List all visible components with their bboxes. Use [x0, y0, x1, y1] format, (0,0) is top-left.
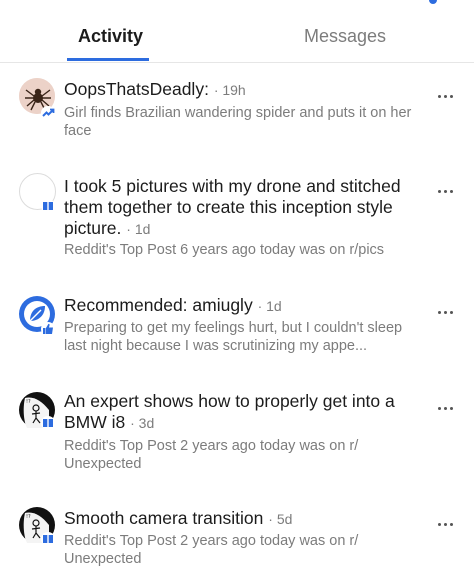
item-title-text: Smooth camera transition — [64, 508, 264, 528]
item-title: I took 5 pictures with my drone and stit… — [64, 176, 416, 240]
item-age: · 19h — [213, 82, 246, 98]
item-subtitle: Reddit's Top Post 6 years ago today was … — [64, 242, 385, 258]
item-title-text: Recommended: amiugly — [64, 295, 253, 315]
tab-messages[interactable]: Messages — [304, 26, 386, 46]
item-age: · 1d — [126, 221, 151, 237]
item-subtitle: Girl finds Brazilian wandering spider an… — [64, 105, 412, 139]
item-title: Smooth camera transition · 5d — [64, 508, 416, 530]
item-subtitle: Preparing to get my feelings hurt, but I… — [64, 320, 403, 354]
thumbs-up-icon — [41, 322, 55, 336]
item-subtitle: Reddit's Top Post 2 years ago today was … — [64, 533, 359, 567]
item-subtitle: Reddit's Top Post 2 years ago today was … — [64, 438, 359, 472]
tab-bar: Activity Messages — [0, 0, 474, 63]
tab-active-underline — [67, 58, 149, 61]
item-age: · 5d — [268, 511, 293, 527]
item-age: · 3d — [130, 415, 155, 431]
more-options-icon[interactable] — [438, 95, 456, 101]
more-options-icon[interactable] — [438, 190, 456, 196]
item-title-text: An expert shows how to properly get into… — [64, 391, 395, 432]
item-title: Recommended: amiugly · 1d — [64, 295, 416, 317]
item-title-text: OopsThatsDeadly: — [64, 79, 209, 99]
more-options-icon[interactable] — [438, 407, 456, 413]
book-icon — [41, 532, 55, 546]
item-title: OopsThatsDeadly: · 19h — [64, 79, 416, 101]
item-title: An expert shows how to properly get into… — [64, 391, 416, 434]
item-title-text: I took 5 pictures with my drone and stit… — [64, 176, 401, 238]
more-options-icon[interactable] — [438, 311, 456, 317]
svg-text:!?: !? — [26, 514, 31, 520]
trending-icon — [41, 106, 55, 120]
svg-text:!?: !? — [26, 399, 31, 405]
book-icon — [41, 416, 55, 430]
more-options-icon[interactable] — [438, 523, 456, 529]
item-age: · 1d — [257, 298, 282, 314]
tab-activity[interactable]: Activity — [78, 26, 143, 46]
book-icon — [41, 199, 55, 213]
